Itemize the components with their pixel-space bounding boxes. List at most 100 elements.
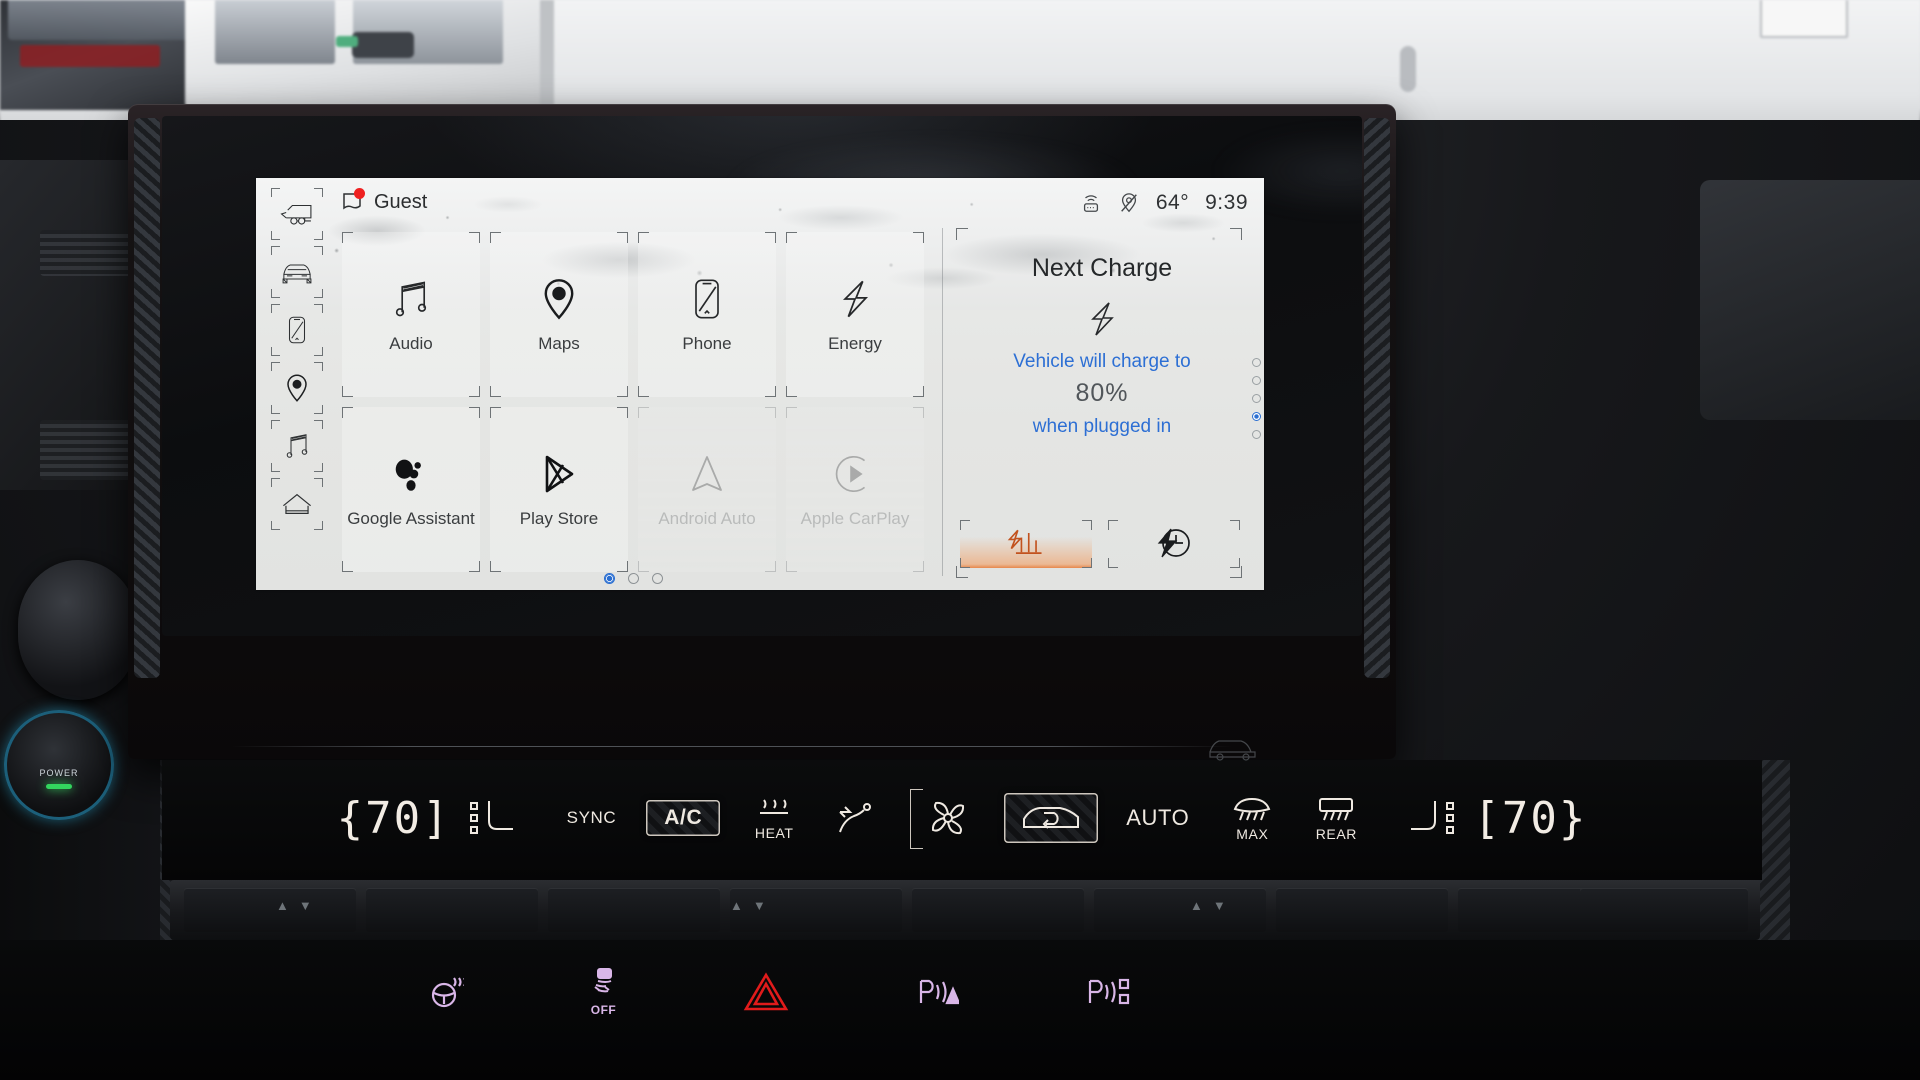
rear-label: REAR [1315, 825, 1357, 842]
driver-seat-heat-button[interactable] [465, 795, 521, 841]
volume-knob[interactable] [18, 560, 138, 700]
phone-icon [288, 316, 306, 344]
front-defrost-icon [1234, 797, 1271, 820]
music-note-icon [390, 275, 432, 321]
seat-heat-level-button[interactable]: HEAT [754, 796, 794, 841]
traction-control-sub: OFF [590, 1003, 617, 1017]
rear-park-assist-button[interactable] [1084, 977, 1130, 1007]
driver-temp-control[interactable]: {70] [337, 793, 451, 844]
front-defrost-button[interactable]: MAX [1229, 795, 1275, 842]
scheduled-charging-button[interactable] [1108, 520, 1240, 568]
passenger-seat-heat-button[interactable] [1403, 795, 1459, 841]
screen-header: Guest 64° 9:39 [340, 188, 1254, 224]
hazard-lights-button[interactable] [743, 972, 789, 1012]
hazard-triangle-icon [743, 972, 789, 1011]
location-off-icon[interactable] [1118, 192, 1140, 214]
front-park-assist-button[interactable] [915, 977, 959, 1007]
passenger-temp-control[interactable]: [70} [1473, 793, 1587, 844]
profile-name: Guest [374, 190, 428, 213]
vehicle-status-icon[interactable] [1206, 732, 1262, 764]
sidebar-item-phone[interactable] [271, 304, 323, 356]
page-dot-3[interactable] [651, 573, 663, 584]
sidebar-item-home[interactable] [271, 478, 323, 530]
scroll-dot-1[interactable] [1252, 358, 1261, 367]
app-label: Play Store [519, 508, 599, 528]
home-icon [283, 493, 311, 514]
chevron-up-icon: ▲ [1190, 898, 1203, 913]
sidebar-item-trailer[interactable] [271, 188, 323, 240]
airflow-mode-button[interactable] [834, 798, 878, 838]
scroll-dot-5[interactable] [1252, 430, 1261, 439]
scroll-indicator[interactable] [1252, 358, 1261, 439]
ac-button[interactable]: A/C [646, 800, 721, 836]
page-indicator[interactable] [342, 573, 924, 584]
park-assist-front-icon [919, 979, 959, 1005]
sidebar-item-audio[interactable] [271, 420, 323, 472]
airflow-icon [839, 803, 872, 833]
profile-chip[interactable]: Guest [340, 188, 428, 214]
scene-root: POWER Guest 64° 9:39 Audio Maps Phone En… [0, 0, 1920, 1080]
clock: 9:39 [1205, 191, 1248, 214]
auto-label: AUTO [1126, 805, 1190, 830]
traction-control-button[interactable]: OFF [590, 967, 618, 1017]
sidebar-item-navigation[interactable] [271, 362, 323, 414]
app-tile-android-auto[interactable]: Android Auto [638, 407, 776, 572]
app-tile-energy[interactable]: Energy [786, 232, 924, 397]
play-store-icon [538, 450, 580, 496]
outside-temperature: 64° [1155, 191, 1190, 214]
app-tile-maps[interactable]: Maps [490, 232, 628, 397]
climate-controls: {70] SYNC A/C HEAT AUTO MAX REAR [70} [162, 778, 1762, 858]
next-charge-widget[interactable]: Next Charge Vehicle will charge to 80% w… [956, 228, 1248, 578]
app-tile-apple-carplay[interactable]: Apple CarPlay [786, 407, 924, 572]
infotainment-screen[interactable]: Guest 64° 9:39 Audio Maps Phone Energy G… [256, 178, 1264, 590]
trailer-icon [280, 204, 312, 225]
bezel-left [134, 118, 160, 678]
bezel-right [1364, 118, 1390, 678]
android-auto-icon [686, 450, 728, 496]
chevron-down-icon: ▼ [1212, 898, 1226, 913]
heated-steering-wheel-button[interactable] [430, 975, 464, 1009]
sidebar-item-vehicle[interactable] [271, 246, 323, 298]
power-led [46, 783, 72, 789]
fan-speed-button[interactable] [910, 789, 986, 849]
scroll-dot-3[interactable] [1252, 394, 1261, 403]
charge-limit-button[interactable] [960, 520, 1092, 568]
power-button[interactable]: POWER [4, 710, 114, 820]
heat-waves-icon [760, 798, 789, 814]
console-arrows-right[interactable]: ▲ ▼ [1190, 898, 1226, 913]
sync-button[interactable]: SYNC [567, 808, 617, 828]
app-tile-phone[interactable]: Phone [638, 232, 776, 397]
ac-label: A/C [664, 806, 703, 829]
power-label: POWER [39, 767, 79, 778]
chevron-up-icon: ▲ [730, 898, 743, 913]
scroll-dot-2[interactable] [1252, 376, 1261, 385]
dash-right-panel [1700, 180, 1920, 420]
climate-divider [232, 746, 1232, 747]
widget-actions [960, 520, 1240, 568]
page-dot-1[interactable] [603, 573, 615, 584]
recirculation-icon [1023, 807, 1080, 829]
climate-bar: {70] SYNC A/C HEAT AUTO MAX REAR [70} [162, 740, 1762, 880]
app-tile-google-assistant[interactable]: Google Assistant [342, 407, 480, 572]
status-bar: 64° 9:39 [1080, 191, 1248, 215]
google-assistant-icon [390, 450, 432, 496]
charge-line-1: Vehicle will charge to [1013, 351, 1191, 372]
hard-button-bar: OFF [0, 940, 1920, 1080]
app-tile-play-store[interactable]: Play Store [490, 407, 628, 572]
recirculation-button[interactable] [1004, 793, 1099, 843]
auto-button[interactable]: AUTO [1126, 805, 1189, 831]
app-tile-audio[interactable]: Audio [342, 232, 480, 397]
hotspot-icon[interactable] [1080, 192, 1102, 214]
lightning-bolt-icon [956, 299, 1248, 339]
console-arrows-center[interactable]: ▲ ▼ [730, 898, 766, 913]
traction-control-icon [593, 968, 612, 993]
page-dot-2[interactable] [627, 573, 639, 584]
chevron-up-icon: ▲ [276, 898, 289, 913]
profile-tag-icon [340, 188, 365, 214]
driver-temperature: {70] [336, 792, 451, 844]
scroll-dot-4[interactable] [1252, 412, 1261, 421]
app-label: Google Assistant [347, 508, 475, 528]
rear-defrost-icon [1319, 797, 1354, 820]
rear-defrost-button[interactable]: REAR [1313, 795, 1359, 842]
console-arrows-left[interactable]: ▲ ▼ [276, 898, 312, 913]
